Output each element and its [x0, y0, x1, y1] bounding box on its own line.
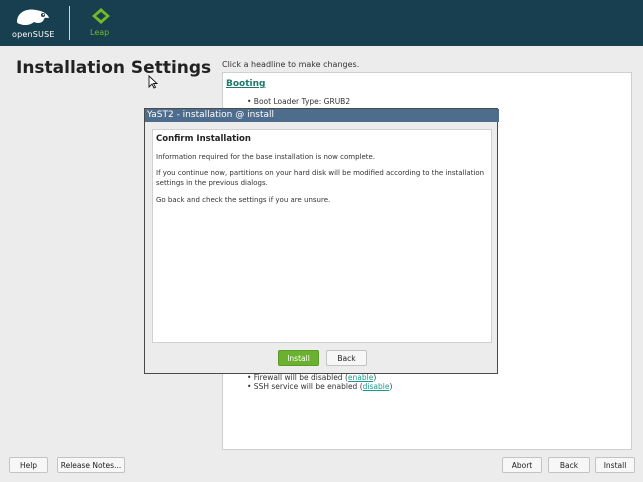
release-notes-button[interactable]: Release Notes... [57, 457, 125, 473]
install-button[interactable]: Install [595, 457, 635, 473]
abort-button[interactable]: Abort [502, 457, 542, 473]
opensuse-wordmark: openSUSE [12, 30, 55, 39]
ssh-disable-link[interactable]: disable [363, 382, 390, 391]
dialog-content-area: Confirm Installation Information require… [152, 129, 492, 343]
page-title: Installation Settings [16, 58, 212, 78]
firewall-enable-link[interactable]: enable [348, 373, 373, 382]
boot-loader-type-item: • Boot Loader Type: GRUB2 [247, 97, 351, 106]
ssh-text: • SSH service will be enabled ( [247, 382, 363, 391]
leap-wordmark: Leap [90, 28, 110, 37]
instruction-hint: Click a headline to make changes. [222, 60, 360, 69]
confirm-installation-dialog: YaST2 - installation @ install Confirm I… [144, 108, 499, 374]
chameleon-icon [17, 9, 49, 26]
dialog-titlebar[interactable]: YaST2 - installation @ install [145, 109, 499, 122]
dialog-install-button[interactable]: Install [278, 350, 319, 366]
leap-logo: Leap [86, 6, 116, 40]
ssh-item: • SSH service will be enabled (disable) [247, 382, 392, 391]
firewall-suffix: ) [373, 373, 377, 382]
mouse-pointer-icon [148, 75, 158, 89]
top-header-bar: openSUSE Leap [0, 0, 643, 46]
dialog-paragraph-goback: Go back and check the settings if you ar… [156, 196, 331, 204]
dialog-paragraph-warning: If you continue now, partitions on your … [156, 169, 485, 187]
firewall-text: • Firewall will be disabled ( [247, 373, 348, 382]
help-button[interactable]: Help [9, 457, 48, 473]
header-divider [69, 6, 70, 40]
firewall-item: • Firewall will be disabled (enable) [247, 373, 376, 382]
opensuse-logo: openSUSE [8, 6, 58, 42]
dialog-back-button[interactable]: Back [326, 350, 367, 366]
dialog-heading: Confirm Installation [156, 134, 251, 144]
back-button[interactable]: Back [548, 457, 590, 473]
dialog-paragraph-complete: Information required for the base instal… [156, 153, 376, 161]
booting-headline-link[interactable]: Booting [226, 79, 265, 89]
ssh-suffix: ) [389, 382, 393, 391]
leap-diamond-icon [92, 8, 110, 24]
